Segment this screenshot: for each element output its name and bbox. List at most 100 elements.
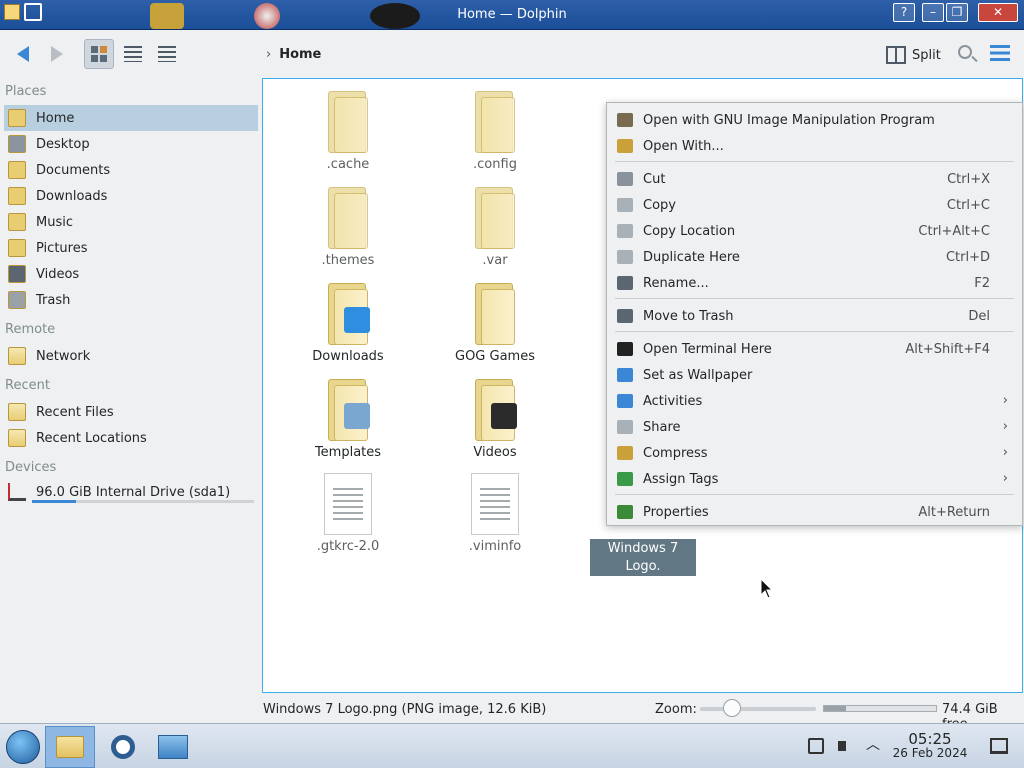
back-button[interactable]: [8, 39, 38, 69]
sidebar-item-videos[interactable]: Videos: [4, 261, 258, 287]
open-with-icon: [617, 139, 633, 153]
file-item[interactable]: .themes: [288, 185, 408, 268]
clipboard-icon[interactable]: [808, 738, 824, 754]
menu-item-shortcut: Alt+Shift+F4: [905, 341, 990, 357]
file-item[interactable]: Templates: [288, 377, 408, 460]
menu-item-properties[interactable]: Properties Alt+Return: [613, 500, 1016, 524]
section-recent: Recent: [5, 378, 50, 393]
sidebar-item-desktop[interactable]: Desktop: [4, 131, 258, 157]
file-name: .gtkrc-2.0: [316, 539, 380, 554]
file-item[interactable]: .config: [435, 89, 555, 172]
split-view-icon: [886, 46, 906, 64]
activities-icon: [617, 394, 633, 408]
clock[interactable]: 05:25 26 Feb 2024: [884, 732, 976, 761]
copy-location-icon: [617, 224, 633, 238]
pointer-arrow-icon: [760, 577, 774, 599]
start-menu-button[interactable]: [6, 730, 40, 764]
taskbar-system-monitor-button[interactable]: [148, 726, 198, 768]
menu-item-open-with[interactable]: Open With...: [613, 134, 1016, 158]
zoom-slider-handle[interactable]: [722, 699, 741, 717]
details-view-button[interactable]: [152, 39, 182, 69]
context-menu: Open with GNU Image Manipulation Program…: [606, 102, 1023, 526]
tag-icon: [617, 472, 633, 486]
zoom-slider[interactable]: [700, 707, 816, 711]
file-item[interactable]: .cache: [288, 89, 408, 172]
file-item[interactable]: GOG Games: [435, 281, 555, 364]
menu-item-copy[interactable]: Copy Ctrl+C: [613, 193, 1016, 217]
forward-button[interactable]: [42, 39, 72, 69]
menu-item-duplicate-here[interactable]: Duplicate Here Ctrl+D: [613, 245, 1016, 269]
icons-view-button[interactable]: [84, 39, 114, 69]
forward-arrow-icon: [51, 46, 63, 62]
downloads-folder-icon: [8, 187, 26, 205]
maximize-button[interactable]: ❐: [946, 3, 968, 22]
menu-item-set-as-wallpaper[interactable]: Set as Wallpaper: [613, 363, 1016, 387]
menu-item-move-to-trash[interactable]: Move to Trash Del: [613, 304, 1016, 328]
taskbar-dolphin-button[interactable]: [45, 726, 95, 768]
file-item[interactable]: .var: [435, 185, 555, 268]
monitor-icon: [158, 735, 188, 759]
folder-icon: [326, 89, 370, 153]
breadcrumb[interactable]: › Home: [266, 47, 321, 62]
menu-item-label: Rename...: [643, 275, 709, 291]
sidebar-item-music[interactable]: Music: [4, 209, 258, 235]
file-item[interactable]: .gtkrc-2.0: [288, 473, 408, 554]
sidebar-item-label: Trash: [36, 292, 71, 308]
file-name: GOG Games: [455, 349, 535, 364]
file-item[interactable]: .viminfo: [435, 473, 555, 554]
sidebar-item-documents[interactable]: Documents: [4, 157, 258, 183]
menu-item-assign-tags[interactable]: Assign Tags ›: [613, 467, 1016, 491]
hamburger-menu-icon[interactable]: [990, 45, 1010, 61]
sidebar-item-network[interactable]: Network: [4, 343, 258, 369]
desktop-icon: [8, 135, 26, 153]
show-desktop-icon[interactable]: [990, 738, 1008, 754]
folder-icon: [326, 185, 370, 249]
menu-item-open-terminal-here[interactable]: Open Terminal Here Alt+Shift+F4: [613, 337, 1016, 361]
breadcrumb-home[interactable]: Home: [279, 47, 321, 62]
menu-item-label: Copy Location: [643, 223, 736, 239]
submenu-arrow-icon: ›: [1002, 419, 1008, 434]
gimp-icon: [617, 113, 633, 127]
folder-icon: [473, 89, 517, 153]
window-titlebar[interactable]: Home — Dolphin ? – ❐ ✕: [0, 0, 1024, 30]
text-file-icon: [471, 473, 519, 535]
menu-item-cut[interactable]: Cut Ctrl+X: [613, 167, 1016, 191]
volume-muted-icon[interactable]: [838, 738, 854, 754]
close-button[interactable]: ✕: [978, 3, 1018, 22]
menu-item-compress[interactable]: Compress ›: [613, 441, 1016, 465]
menu-item-open-with-gnu-image-manipulation-program[interactable]: Open with GNU Image Manipulation Program: [613, 108, 1016, 132]
recent-locations-icon: [8, 429, 26, 447]
menu-item-copy-location[interactable]: Copy Location Ctrl+Alt+C: [613, 219, 1016, 243]
menu-item-label: Open with GNU Image Manipulation Program: [643, 112, 935, 128]
sidebar-item-recent-files[interactable]: Recent Files: [4, 399, 258, 425]
file-item[interactable]: Downloads: [288, 281, 408, 364]
sidebar-item-label: Desktop: [36, 136, 90, 152]
sidebar-item-home[interactable]: Home: [4, 105, 258, 131]
menu-item-activities[interactable]: Activities ›: [613, 389, 1016, 413]
sidebar-item-pictures[interactable]: Pictures: [4, 235, 258, 261]
section-places: Places: [5, 84, 47, 99]
menu-item-share[interactable]: Share ›: [613, 415, 1016, 439]
minimize-button[interactable]: –: [922, 3, 944, 22]
file-item[interactable]: Videos: [435, 377, 555, 460]
expand-tray-icon[interactable]: ︿: [866, 738, 882, 754]
file-item-selected[interactable]: Windows 7 Logo. png: [590, 539, 696, 592]
scissors-icon: [617, 172, 633, 186]
menu-item-rename[interactable]: Rename... F2: [613, 271, 1016, 295]
taskbar-settings-button[interactable]: [98, 726, 148, 768]
wallpaper-icon: [617, 368, 633, 382]
sidebar-item-label: Home: [36, 110, 75, 126]
sidebar-item-trash[interactable]: Trash: [4, 287, 258, 313]
menu-item-shortcut: Alt+Return: [918, 504, 990, 520]
sidebar-item-downloads[interactable]: Downloads: [4, 183, 258, 209]
free-space-bar: [823, 705, 937, 712]
help-icon[interactable]: ?: [893, 3, 915, 22]
split-button[interactable]: Split: [886, 43, 941, 67]
search-icon[interactable]: [958, 45, 972, 59]
copy-icon: [617, 198, 633, 212]
folder-icon: [473, 185, 517, 249]
compact-view-button[interactable]: [118, 39, 148, 69]
sidebar-item-label: Recent Files: [36, 404, 114, 420]
folder-icon: [326, 377, 370, 441]
sidebar-item-recent-locations[interactable]: Recent Locations: [4, 425, 258, 451]
